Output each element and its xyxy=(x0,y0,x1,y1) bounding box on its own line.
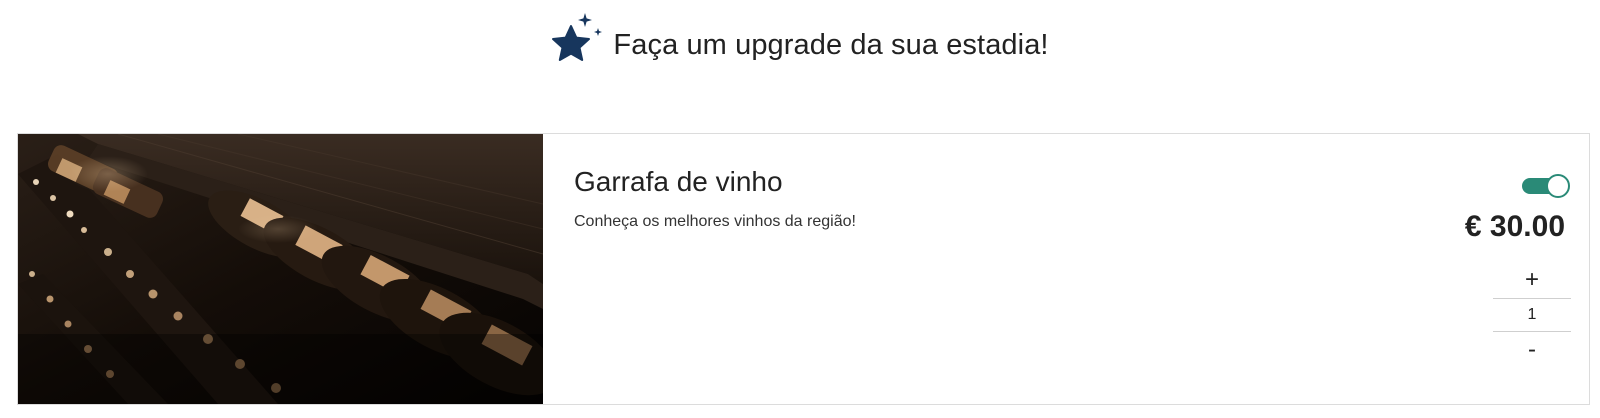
page-title: Faça um upgrade da sua estadia! xyxy=(613,28,1049,61)
decrement-button[interactable]: - xyxy=(1493,332,1571,368)
product-price: € 30.00 xyxy=(1464,210,1565,243)
sparkle-star-icon xyxy=(547,10,609,72)
product-description: Conheça os melhores vinhos da região! xyxy=(574,213,856,230)
page-header: Faça um upgrade da sua estadia! xyxy=(0,10,1600,80)
increment-button[interactable]: + xyxy=(1493,262,1571,298)
upgrade-card: Garrafa de vinho Conheça os melhores vin… xyxy=(17,133,1590,405)
product-name: Garrafa de vinho xyxy=(574,166,783,197)
quantity-value: 1 xyxy=(1493,298,1571,332)
toggle-knob xyxy=(1546,174,1570,198)
quantity-stepper: + 1 - xyxy=(1493,262,1571,368)
product-toggle[interactable] xyxy=(1522,174,1570,198)
product-image xyxy=(18,134,543,404)
